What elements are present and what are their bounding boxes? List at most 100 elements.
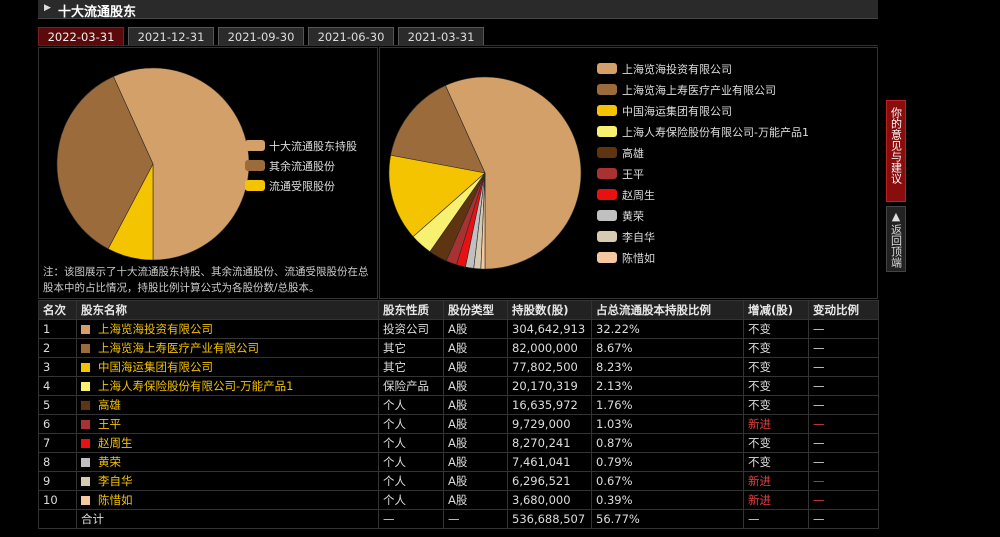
holder-name-link[interactable]: 中国海运集团有限公司 — [98, 360, 213, 374]
change-cell: 不变 — [743, 376, 809, 396]
holder-name-link[interactable]: 高雄 — [98, 398, 121, 412]
legend-holder-label-4: 上海人寿保险股份有限公司-万能产品1 — [622, 126, 809, 139]
table-row[interactable]: 8 黄荣 个人 A股 7,461,041 0.79% 不变 — — [38, 452, 879, 472]
col-shares: 持股数(股) — [507, 300, 592, 320]
table-row[interactable]: 4 上海人寿保险股份有限公司-万能产品1 保险产品 A股 20,170,319 2.13%… — [38, 376, 879, 396]
table-row[interactable]: 6 王平 个人 A股 9,729,000 1.03% 新进 — — [38, 414, 879, 434]
holder-name-link[interactable]: 陈惜如 — [98, 493, 133, 507]
change-cell: 新进 — [743, 490, 809, 510]
rank-cell: 9 — [38, 471, 77, 491]
change-pct-cell: — — [808, 395, 879, 415]
col-nature: 股东性质 — [378, 300, 444, 320]
feedback-button[interactable]: 你的意见与建议 — [886, 100, 906, 202]
nature-cell: 个人 — [378, 414, 444, 434]
share-type-cell: A股 — [443, 357, 508, 377]
change-pct-cell: — — [808, 452, 879, 472]
holder-color-swatch — [81, 401, 90, 410]
total-rank-cell — [38, 509, 77, 529]
legend-swatch-holder-10 — [597, 252, 617, 263]
ratio-cell: 0.39% — [591, 490, 744, 510]
holder-name-link[interactable]: 上海览海上寿医疗产业有限公司 — [98, 341, 259, 355]
table-row[interactable]: 7 赵周生 个人 A股 8,270,241 0.87% 不变 — — [38, 433, 879, 453]
holder-color-swatch — [81, 344, 90, 353]
table-row[interactable]: 1 上海览海投资有限公司 投资公司 A股 304,642,913 32.22% 不变 — — [38, 319, 879, 339]
tab-2021-03-31[interactable]: 2021-03-31 — [398, 27, 484, 45]
arrow-up-icon: ▲ — [891, 210, 901, 223]
share-type-cell: A股 — [443, 471, 508, 491]
tab-2021-12-31[interactable]: 2021-12-31 — [128, 27, 214, 45]
col-name: 股东名称 — [76, 300, 379, 320]
ratio-cell: 1.76% — [591, 395, 744, 415]
holder-name-link[interactable]: 上海览海投资有限公司 — [98, 322, 213, 336]
rank-cell: 1 — [38, 319, 77, 339]
shares-cell: 20,170,319 — [507, 376, 592, 396]
tab-2021-06-30[interactable]: 2021-06-30 — [308, 27, 394, 45]
nature-cell: 其它 — [378, 338, 444, 358]
total-label-cell: 合计 — [76, 509, 379, 529]
change-cell: 不变 — [743, 395, 809, 415]
legend-holder-label-2: 上海览海上寿医疗产业有限公司 — [622, 84, 776, 97]
nature-cell: 投资公司 — [378, 319, 444, 339]
table-row[interactable]: 3 中国海运集团有限公司 其它 A股 77,802,500 8.23% 不变 — — [38, 357, 879, 377]
ratio-cell: 0.79% — [591, 452, 744, 472]
rank-cell: 8 — [38, 452, 77, 472]
change-cell: 不变 — [743, 433, 809, 453]
legend-holder-label-10: 陈惜如 — [622, 252, 655, 265]
holder-name-link[interactable]: 赵周生 — [98, 436, 133, 450]
legend-swatch-holder-2 — [597, 84, 617, 95]
change-pct-cell: — — [808, 357, 879, 377]
legend-holder-label-9: 李自华 — [622, 231, 655, 244]
shares-cell: 3,680,000 — [507, 490, 592, 510]
table-row[interactable]: 5 高雄 个人 A股 16,635,972 1.76% 不变 — — [38, 395, 879, 415]
holder-name-cell: 上海览海投资有限公司 — [76, 319, 379, 339]
shares-cell: 6,296,521 — [507, 471, 592, 491]
holder-name-link[interactable]: 王平 — [98, 417, 121, 431]
total-shares-cell: 536,688,507 — [507, 509, 592, 529]
table-row[interactable]: 10 陈惜如 个人 A股 3,680,000 0.39% 新进 — — [38, 490, 879, 510]
change-pct-cell: — — [808, 376, 879, 396]
legend-swatch-holder-5 — [597, 147, 617, 158]
change-cell: 新进 — [743, 414, 809, 434]
change-cell: 不变 — [743, 338, 809, 358]
change-pct-cell: — — [808, 490, 879, 510]
back-to-top-button[interactable]: ▲ 返回顶端 — [886, 206, 906, 272]
legend-restricted-label: 流通受限股份 — [269, 180, 335, 193]
legend-swatch-top10 — [245, 140, 265, 151]
holder-color-swatch — [81, 439, 90, 448]
legend-holder-label-7: 赵周生 — [622, 189, 655, 202]
overview-chart-panel: 十大流通股东持股 其余流通股份 流通受限股份 注：该图展示了十大流通股东持股、其… — [38, 47, 378, 299]
total-change-cell: — — [743, 509, 809, 529]
share-type-cell: A股 — [443, 376, 508, 396]
total-type-cell: — — [443, 509, 508, 529]
nature-cell: 保险产品 — [378, 376, 444, 396]
shares-cell: 82,000,000 — [507, 338, 592, 358]
table-row[interactable]: 9 李自华 个人 A股 6,296,521 0.67% 新进 — — [38, 471, 879, 491]
total-ratio-cell: 56.77% — [591, 509, 744, 529]
shares-cell: 77,802,500 — [507, 357, 592, 377]
holder-name-link[interactable]: 李自华 — [98, 474, 133, 488]
share-type-cell: A股 — [443, 338, 508, 358]
holder-name-link[interactable]: 黄荣 — [98, 455, 121, 469]
tab-2022-03-31[interactable]: 2022-03-31 — [38, 27, 124, 45]
holder-name-cell: 高雄 — [76, 395, 379, 415]
holder-name-cell: 赵周生 — [76, 433, 379, 453]
holder-name-link[interactable]: 上海人寿保险股份有限公司-万能产品1 — [98, 379, 293, 393]
legend-swatch-holder-3 — [597, 105, 617, 116]
section-header: ▶ 十大流通股东 — [38, 0, 878, 20]
tab-2021-09-30[interactable]: 2021-09-30 — [218, 27, 304, 45]
table-row[interactable]: 2 上海览海上寿医疗产业有限公司 其它 A股 82,000,000 8.67% 不变 — — [38, 338, 879, 358]
shares-cell: 9,729,000 — [507, 414, 592, 434]
legend-holder-label-6: 王平 — [622, 168, 644, 181]
top10-holders-table: 名次 股东名称 股东性质 股份类型 持股数(股) 占总流通股本持股比例 增减(股… — [38, 300, 879, 529]
holders-pie-chart — [388, 76, 582, 270]
share-type-cell: A股 — [443, 490, 508, 510]
table-total-row: 合计 — —536,688,507 56.77% — — — [38, 509, 879, 529]
legend-swatch-other — [245, 160, 265, 171]
legend-other-label: 其余流通股份 — [269, 160, 335, 173]
change-pct-cell: — — [808, 319, 879, 339]
holder-name-cell: 黄荣 — [76, 452, 379, 472]
rank-cell: 2 — [38, 338, 77, 358]
col-rank: 名次 — [38, 300, 77, 320]
share-type-cell: A股 — [443, 433, 508, 453]
change-cell: 不变 — [743, 357, 809, 377]
